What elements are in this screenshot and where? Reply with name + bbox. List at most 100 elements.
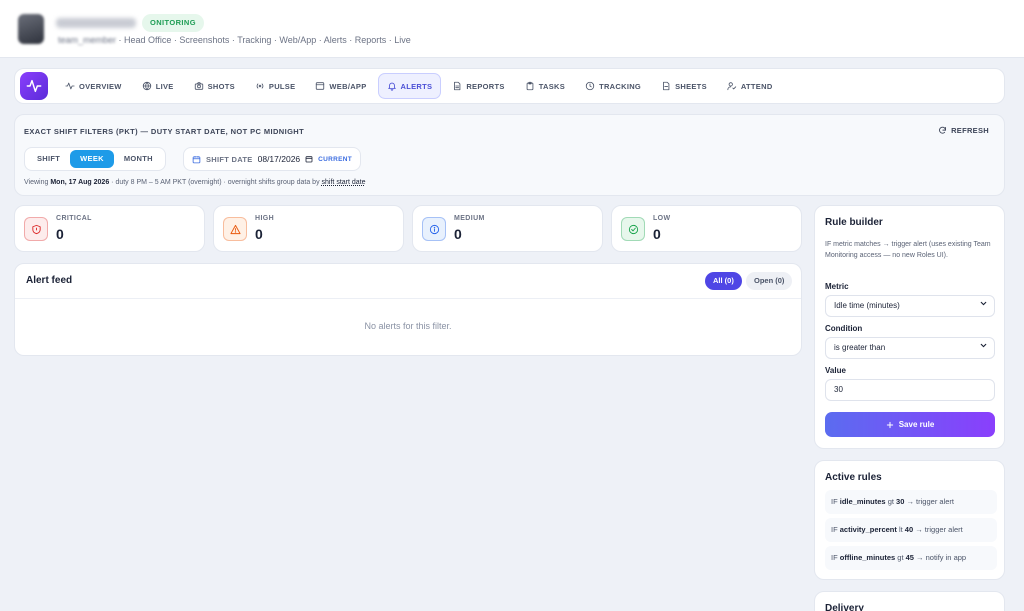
- tab-tracking[interactable]: TRACKING: [576, 73, 650, 99]
- condition-select[interactable]: is greater than: [825, 337, 995, 359]
- severity-icon-box: [24, 217, 48, 241]
- clipboard-icon: [526, 81, 534, 91]
- stat-count: 0: [653, 226, 661, 242]
- calendar-picker-icon[interactable]: [305, 155, 313, 163]
- tab-label: TRACKING: [599, 81, 642, 91]
- stat-card-low[interactable]: LOW 0: [611, 205, 802, 252]
- chevron-down-icon: [980, 343, 987, 348]
- rule-builder-description: IF metric matches → trigger alert (uses …: [825, 241, 991, 259]
- tab-attend[interactable]: ATTEND: [718, 73, 782, 99]
- rule-action: → trigger alert: [904, 497, 954, 506]
- value-input[interactable]: 30: [825, 379, 995, 401]
- tab-live[interactable]: LIVE: [133, 73, 183, 99]
- window-icon: [316, 82, 325, 90]
- value-input-text: 30: [834, 385, 843, 394]
- rule-action: → trigger alert: [913, 525, 963, 534]
- shift-filter-panel: EXACT SHIFT FILTERS (PKT) — DUTY START D…: [14, 114, 1005, 196]
- stat-label: LOW: [653, 215, 671, 222]
- active-rules-card: Active rules IF idle_minutes gt 30 → tri…: [814, 460, 1005, 580]
- rule-metric: idle_minutes: [839, 497, 886, 506]
- current-button[interactable]: CURRENT: [318, 156, 352, 163]
- tab-label: ALERTS: [400, 81, 433, 91]
- tab-pulse[interactable]: PULSE: [246, 73, 305, 99]
- calendar-icon: [192, 155, 201, 163]
- shift-date-label: SHIFT DATE: [206, 154, 253, 164]
- stat-card-critical[interactable]: CRITICAL 0: [14, 205, 205, 252]
- refresh-button[interactable]: REFRESH: [938, 126, 989, 135]
- tab-label: REPORTS: [466, 81, 505, 91]
- stat-card-medium[interactable]: MEDIUM 0: [412, 205, 603, 252]
- radio-icon: [256, 83, 264, 89]
- stat-card-high[interactable]: HIGH 0: [213, 205, 404, 252]
- rule-prefix: IF: [831, 553, 840, 562]
- rule-value: 40: [904, 525, 914, 534]
- metric-value: Idle time (minutes): [834, 301, 900, 310]
- user-check-icon: [727, 82, 737, 91]
- tab-label: TASKS: [538, 81, 566, 91]
- shift-date-value[interactable]: 08/17/2026: [258, 154, 301, 164]
- mode-week[interactable]: WEEK: [70, 150, 114, 168]
- stat-count: 0: [454, 226, 462, 242]
- camera-icon: [194, 82, 203, 90]
- chevron-down-icon: [980, 301, 987, 306]
- stat-count: 0: [56, 226, 64, 242]
- stat-label: HIGH: [255, 215, 275, 222]
- plus-icon: [886, 421, 893, 428]
- status-badge: ONITORING: [142, 14, 204, 32]
- tab-overview[interactable]: OVERVIEW: [56, 73, 131, 99]
- rule-builder-title: Rule builder: [825, 217, 883, 228]
- delivery-card: Delivery: [814, 591, 1005, 611]
- globe-icon: [142, 81, 151, 91]
- tab-reports[interactable]: REPORTS: [443, 73, 513, 99]
- warning-icon: [229, 224, 241, 234]
- tab-shots[interactable]: SHOTS: [185, 73, 244, 99]
- metric-select[interactable]: Idle time (minutes): [825, 295, 995, 317]
- rule-action: → notify in app: [913, 553, 967, 562]
- stat-count: 0: [255, 226, 263, 242]
- viewing-info: Viewing Mon, 17 Aug 2026 · duty 8 PM – 5…: [24, 179, 366, 186]
- severity-icon-box: [422, 217, 446, 241]
- rule-row[interactable]: IF activity_percent lt 40 → trigger aler…: [825, 518, 997, 542]
- avatar[interactable]: [18, 14, 44, 44]
- empty-state-text: No alerts for this filter.: [364, 321, 452, 331]
- app-logo[interactable]: [20, 72, 48, 100]
- condition-value: is greater than: [834, 343, 886, 352]
- clock-icon: [585, 81, 595, 91]
- tab-sheets[interactable]: SHEETS: [652, 73, 716, 99]
- rule-value: 45: [905, 553, 914, 562]
- tab-alerts[interactable]: ALERTS: [377, 73, 442, 99]
- rule-row[interactable]: IF idle_minutes gt 30 → trigger alert: [825, 490, 997, 514]
- rule-prefix: IF: [831, 525, 840, 534]
- tab-label: PULSE: [268, 81, 296, 91]
- check-circle-icon: [628, 224, 638, 234]
- severity-icon-box: [621, 217, 645, 241]
- active-rules-title: Active rules: [825, 472, 882, 483]
- severity-icon-box: [223, 217, 247, 241]
- shift-start-date-link[interactable]: shift start date: [322, 179, 366, 186]
- mode-month[interactable]: MONTH: [114, 150, 163, 168]
- value-label: Value: [825, 366, 846, 375]
- viewing-detail: · duty 8 PM – 5 AM PKT (overnight) · ove…: [109, 179, 322, 186]
- viewing-date: Mon, 17 Aug 2026: [50, 179, 110, 186]
- pulse-logo-icon: [26, 79, 42, 93]
- shift-date-picker[interactable]: SHIFT DATE 08/17/2026 CURRENT: [183, 147, 362, 171]
- rule-operator: lt: [896, 525, 905, 534]
- shield-icon: [31, 224, 41, 234]
- filter-open-pill[interactable]: Open (0): [746, 272, 793, 290]
- save-rule-button[interactable]: Save rule: [825, 412, 995, 437]
- tab-label: ATTEND: [740, 81, 773, 91]
- mode-shift[interactable]: SHIFT: [27, 150, 70, 168]
- condition-label: Condition: [825, 324, 863, 333]
- save-rule-label: Save rule: [898, 420, 935, 429]
- rule-builder-card: Rule builder IF metric matches → trigger…: [814, 205, 1005, 449]
- top-header: ONITORING team_member · Head Office · Sc…: [0, 0, 1024, 58]
- rule-row[interactable]: IF offline_minutes gt 45 → notify in app: [825, 546, 997, 570]
- tab-webapp[interactable]: WEB/APP: [306, 73, 375, 99]
- rule-metric: activity_percent: [839, 525, 897, 534]
- period-toggle: SHIFT WEEK MONTH: [24, 147, 166, 171]
- tab-tasks[interactable]: TASKS: [516, 73, 574, 99]
- file-icon: [454, 81, 461, 91]
- tab-label: SHEETS: [675, 81, 707, 91]
- filter-all-pill[interactable]: All (0): [705, 272, 742, 290]
- rule-prefix: IF: [831, 497, 840, 506]
